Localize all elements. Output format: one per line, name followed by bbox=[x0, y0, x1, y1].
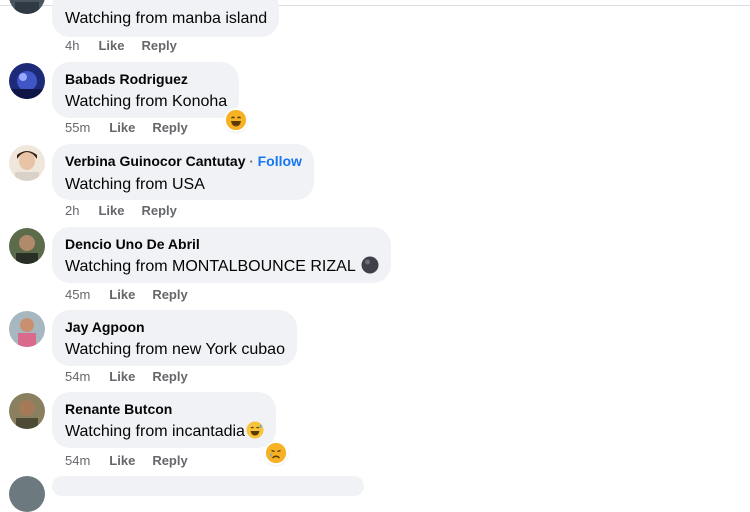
crying-face-icon[interactable] bbox=[266, 443, 286, 463]
like-button[interactable]: Like bbox=[109, 120, 135, 136]
comment-author[interactable]: Verbina Guinocor Cantutay bbox=[65, 153, 245, 169]
like-button[interactable]: Like bbox=[109, 453, 135, 469]
comment-author-line: Verbina Guinocor Cantutay · Follow bbox=[65, 152, 302, 171]
comment-timestamp[interactable]: 55m bbox=[65, 120, 90, 136]
comment-actions: 2h Like Reply bbox=[65, 203, 194, 219]
comment-author[interactable]: Babads Rodriguez bbox=[65, 70, 227, 88]
like-button[interactable]: Like bbox=[109, 287, 135, 303]
comment-timestamp[interactable]: 54m bbox=[65, 453, 90, 469]
comment-bubble: Babads Rodriguez Watching from Konoha bbox=[52, 62, 240, 118]
comment-actions: 54m Like Reply bbox=[65, 369, 205, 385]
avatar[interactable] bbox=[9, 0, 45, 14]
like-button[interactable]: Like bbox=[98, 38, 124, 54]
like-button[interactable]: Like bbox=[109, 369, 135, 385]
comment-timestamp[interactable]: 4h bbox=[65, 38, 79, 54]
comment-text: Watching from Konoha bbox=[65, 93, 228, 110]
comment-bubble bbox=[52, 476, 364, 496]
reply-button[interactable]: Reply bbox=[141, 38, 176, 54]
comment-text-line: Watching from incantadia bbox=[65, 421, 264, 445]
comment-text: Watching from incantadia bbox=[65, 423, 245, 440]
comment-actions: 55m Like Reply bbox=[65, 120, 205, 136]
comment-timestamp[interactable]: 2h bbox=[65, 203, 79, 219]
comment-text: Watching from MONTALBOUNCE RIZAL bbox=[65, 258, 356, 275]
comment-bubble: Renante Butcon Watching from incantadia bbox=[52, 392, 276, 448]
comment-actions: 45m Like Reply bbox=[65, 287, 205, 303]
follow-separator: · bbox=[249, 154, 254, 169]
comment-author[interactable]: Renante Butcon bbox=[65, 400, 264, 418]
comment-bubble: Verbina Guinocor Cantutay · Follow Watch… bbox=[52, 144, 314, 200]
comment-timestamp[interactable]: 45m bbox=[65, 287, 90, 303]
like-button[interactable]: Like bbox=[98, 203, 124, 219]
avatar[interactable] bbox=[9, 228, 45, 264]
comment-text-line: Watching from MONTALBOUNCE RIZAL bbox=[65, 256, 379, 280]
comment-timestamp[interactable]: 54m bbox=[65, 369, 90, 385]
comment-author[interactable]: Jay Agpoon bbox=[65, 318, 285, 336]
avatar[interactable] bbox=[9, 393, 45, 429]
avatar[interactable] bbox=[9, 145, 45, 181]
reply-button[interactable]: Reply bbox=[152, 453, 187, 469]
comment-text: Watching from manba island bbox=[65, 10, 268, 27]
follow-button[interactable]: Follow bbox=[258, 153, 302, 169]
reply-button[interactable]: Reply bbox=[152, 287, 187, 303]
avatar[interactable] bbox=[9, 63, 45, 99]
reply-button[interactable]: Reply bbox=[152, 120, 187, 136]
comment-actions: 54m Like Reply bbox=[65, 453, 205, 469]
laughing-face-icon[interactable] bbox=[226, 110, 246, 130]
reply-button[interactable]: Reply bbox=[141, 203, 176, 219]
comment-author[interactable]: Dencio Uno De Abril bbox=[65, 235, 379, 253]
comment-bubble: Jay Agpoon Watching from new York cubao bbox=[52, 310, 297, 366]
comment-text: Watching from new York cubao bbox=[65, 341, 285, 358]
avatar[interactable] bbox=[9, 476, 45, 512]
comment-bubble: Watching from manba island bbox=[52, 0, 280, 37]
comment-bubble: Dencio Uno De Abril Watching from MONTAL… bbox=[52, 227, 391, 283]
grinning-sweat-face-icon bbox=[246, 421, 264, 445]
comment-text: Watching from USA bbox=[65, 176, 205, 193]
comment-actions: 4h Like Reply bbox=[65, 38, 194, 54]
avatar[interactable] bbox=[9, 311, 45, 347]
reply-button[interactable]: Reply bbox=[152, 369, 187, 385]
black-circle-icon bbox=[361, 256, 379, 280]
